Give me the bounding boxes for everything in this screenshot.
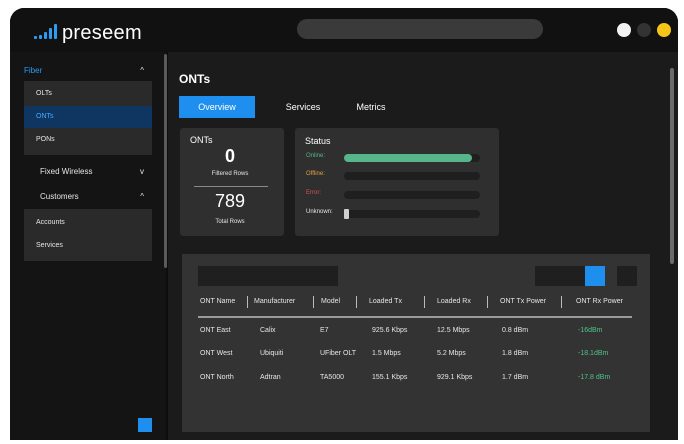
status-bar-fill — [344, 154, 472, 162]
onts-card-divider — [194, 186, 268, 187]
tab-services[interactable]: Services — [275, 96, 331, 118]
cell-manufacturer: Calix — [260, 327, 276, 334]
column-header-ont-name[interactable]: ONT Name — [200, 298, 235, 305]
filtered-rows-value: 0 — [224, 146, 235, 166]
status-row: Online: — [306, 152, 486, 164]
cell-loaded-tx: 1.5 Mbps — [372, 350, 401, 357]
cell-model: TA5000 — [320, 374, 344, 381]
cell-loaded-tx: 925.6 Kbps — [372, 327, 408, 334]
status-bar-track — [344, 172, 480, 180]
cell-loaded-rx: 12.5 Mbps — [437, 327, 470, 334]
column-header-loaded-tx[interactable]: Loaded Tx — [369, 298, 402, 305]
cell-ont-rx-power: -17.8 dBm — [578, 374, 611, 381]
cell-ont-name: ONT West — [200, 350, 233, 357]
window-button-yellow[interactable] — [657, 23, 671, 37]
top-bar: preseem — [10, 8, 678, 52]
status-bar-track — [344, 154, 480, 162]
status-row: Error: — [306, 189, 486, 201]
global-search-bar[interactable] — [297, 19, 543, 39]
status-label: Online: — [306, 153, 326, 159]
chevron-down-icon: v — [140, 167, 144, 176]
tab-label: Services — [285, 102, 321, 112]
cell-model: UFiber OLT — [320, 350, 357, 357]
table-view-toggle-active[interactable] — [585, 266, 605, 286]
table-options-button[interactable] — [617, 266, 637, 286]
column-header-manufacturer[interactable]: Manufacturer — [254, 298, 295, 305]
cell-manufacturer: Adtran — [260, 374, 281, 381]
column-header-ont-tx-power[interactable]: ONT Tx Power — [500, 298, 546, 305]
main-scrollbar[interactable] — [670, 68, 674, 264]
sidebar-item-accounts[interactable]: Accounts — [24, 212, 152, 234]
sidebar-item-olts[interactable]: OLTs — [24, 83, 152, 105]
status-card-title: Status — [305, 136, 331, 146]
cell-loaded-rx: 5.2 Mbps — [437, 350, 466, 357]
column-header-model[interactable]: Model — [321, 298, 340, 305]
status-bar-track — [344, 209, 480, 219]
cell-ont-rx-power: -18.1dBm — [578, 350, 609, 357]
cell-loaded-rx: 929.1 Kbps — [437, 374, 473, 381]
sidebar-item-services[interactable]: Services — [24, 235, 152, 257]
window-button-dark[interactable] — [637, 23, 651, 37]
logo[interactable]: preseem — [34, 22, 142, 44]
cell-ont-name: ONT North — [200, 374, 234, 381]
sidebar-section-label: Customers — [40, 192, 79, 201]
status-row: Offline: — [306, 170, 486, 182]
sidebar-section-fiber[interactable]: Fiber ^ — [24, 66, 154, 75]
column-header-ont-rx-power[interactable]: ONT Rx Power — [576, 298, 623, 305]
cell-ont-tx-power: 1.7 dBm — [502, 374, 529, 381]
filtered-rows-label: Filtered Rows — [211, 171, 249, 177]
sidebar-section-label: Fiber — [24, 66, 43, 75]
tab-label: Metrics — [356, 102, 386, 112]
cell-manufacturer: Ubiquiti — [260, 350, 284, 357]
page-title: ONTs — [179, 72, 211, 86]
cell-ont-rx-power: -16dBm — [578, 327, 603, 334]
cell-model: E7 — [320, 327, 329, 334]
cell-ont-name: ONT East — [200, 327, 231, 334]
sidebar-customers-group: Accounts Services — [24, 209, 152, 261]
column-separator — [424, 296, 425, 308]
status-label: Offline: — [306, 171, 325, 177]
tab-metrics[interactable]: Metrics — [345, 96, 397, 118]
sidebar-item-pons[interactable]: PONs — [24, 129, 152, 151]
total-rows-label: Total Rows — [215, 219, 245, 225]
logo-text: preseem — [62, 21, 142, 44]
status-label: Error: — [306, 190, 321, 196]
tab-overview[interactable]: Overview — [179, 96, 255, 118]
column-separator — [487, 296, 488, 308]
status-row: Unknown: — [306, 208, 486, 220]
sidebar-fiber-group: OLTs ONTs PONs — [24, 81, 152, 155]
column-separator — [356, 296, 357, 308]
sidebar-scrollbar[interactable] — [164, 54, 167, 268]
tab-label: Overview — [198, 102, 236, 112]
column-separator — [313, 296, 314, 308]
onts-card-title: ONTs — [190, 135, 213, 145]
window-button-white[interactable] — [617, 23, 631, 37]
cell-ont-tx-power: 0.8 dBm — [502, 327, 529, 334]
sidebar-action-button[interactable] — [138, 418, 152, 432]
cell-loaded-tx: 155.1 Kbps — [372, 374, 408, 381]
column-separator — [561, 296, 562, 308]
status-label: Unknown: — [306, 209, 333, 215]
status-bar-track — [344, 191, 480, 199]
sidebar-section-customers[interactable]: Customers ^ — [40, 192, 148, 201]
sidebar-item-label: PONs — [36, 136, 55, 143]
status-bar-fill — [344, 209, 349, 219]
column-header-loaded-rx[interactable]: Loaded Rx — [437, 298, 471, 305]
sidebar-item-label: ONTs — [36, 113, 54, 120]
table-search-input[interactable] — [198, 266, 338, 286]
total-rows-value: 789 — [214, 191, 246, 211]
sidebar-item-label: OLTs — [36, 90, 52, 97]
sidebar-section-label: Fixed Wireless — [40, 167, 93, 176]
sidebar-item-onts[interactable]: ONTs — [24, 106, 152, 128]
cell-ont-tx-power: 1.8 dBm — [502, 350, 529, 357]
sidebar-section-fixed-wireless[interactable]: Fixed Wireless v — [40, 167, 148, 176]
logo-mark-icon — [34, 23, 60, 43]
column-separator — [247, 296, 248, 308]
table-header-underline — [198, 316, 632, 318]
sidebar-item-label: Accounts — [36, 219, 65, 226]
chevron-up-icon: ^ — [140, 192, 144, 201]
chevron-up-icon: ^ — [140, 66, 144, 75]
sidebar-item-label: Services — [36, 242, 63, 249]
